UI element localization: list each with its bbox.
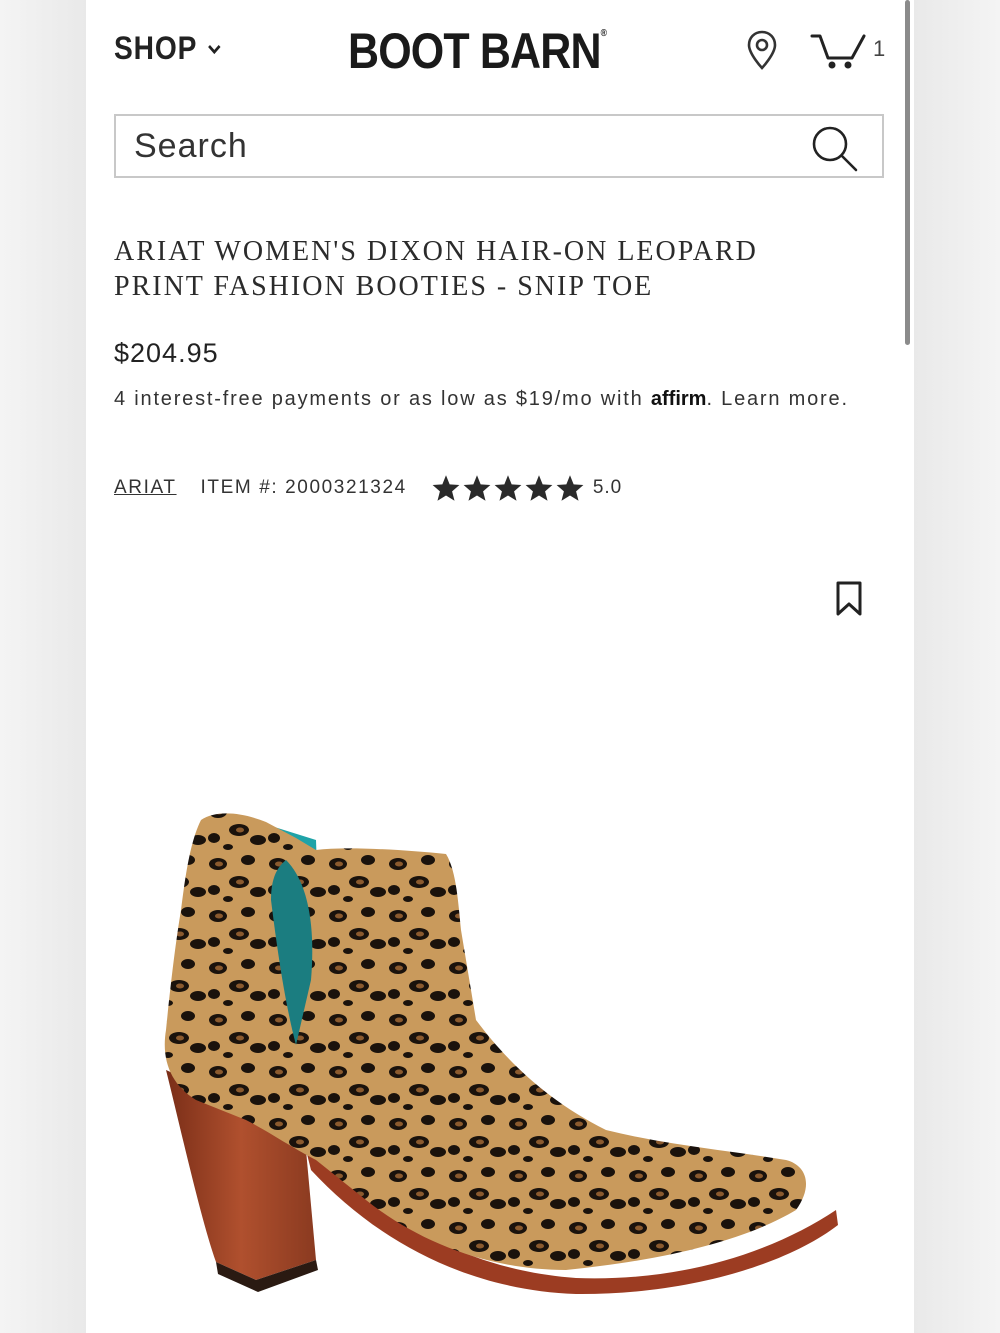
header: SHOP BOOT BARN® 1 xyxy=(86,0,914,100)
item-number: ITEM #: 2000321324 xyxy=(200,477,407,498)
page-backdrop-left xyxy=(0,0,86,1333)
search-icon[interactable] xyxy=(808,122,860,174)
rating-stars[interactable] xyxy=(431,474,585,502)
cart-icon[interactable] xyxy=(808,30,868,72)
logo-registered-mark: ® xyxy=(600,28,607,39)
product-title: ARIAT WOMEN'S DIXON HAIR-ON LEOPARD PRIN… xyxy=(114,236,758,302)
page-backdrop-right xyxy=(914,0,1000,1333)
star-icon xyxy=(463,475,491,501)
product-meta: ARIAT ITEM #: 2000321324 5.0 xyxy=(114,474,622,502)
product-image[interactable] xyxy=(146,800,846,1300)
payment-text: 4 interest-free payments or as low as $1… xyxy=(114,388,651,410)
screen: SHOP BOOT BARN® 1 ARIAT WOMEN'S DIXON HA… xyxy=(86,0,914,1333)
star-icon xyxy=(494,475,522,501)
star-icon xyxy=(432,475,460,501)
location-pin-icon[interactable] xyxy=(746,30,778,72)
learn-more-link[interactable]: . Learn more. xyxy=(706,388,848,410)
payment-info: 4 interest-free payments or as low as $1… xyxy=(114,384,854,414)
search-bar[interactable] xyxy=(114,114,884,178)
bookmark-icon[interactable] xyxy=(834,580,864,618)
brand-link[interactable]: ARIAT xyxy=(114,477,177,499)
chevron-down-icon xyxy=(207,44,221,54)
rating-value: 5.0 xyxy=(592,477,623,498)
product-price: $204.95 xyxy=(114,338,219,368)
star-icon xyxy=(556,475,584,501)
shop-menu-button[interactable]: SHOP xyxy=(114,30,222,67)
shop-label: SHOP xyxy=(114,30,198,66)
star-icon xyxy=(525,475,553,501)
boot-barn-logo[interactable]: BOOT BARN® xyxy=(348,22,615,79)
logo-text: BOOT BARN xyxy=(348,23,601,79)
affirm-logo: affirm xyxy=(650,388,707,410)
cart-count[interactable]: 1 xyxy=(873,36,885,62)
search-input[interactable] xyxy=(134,124,774,168)
